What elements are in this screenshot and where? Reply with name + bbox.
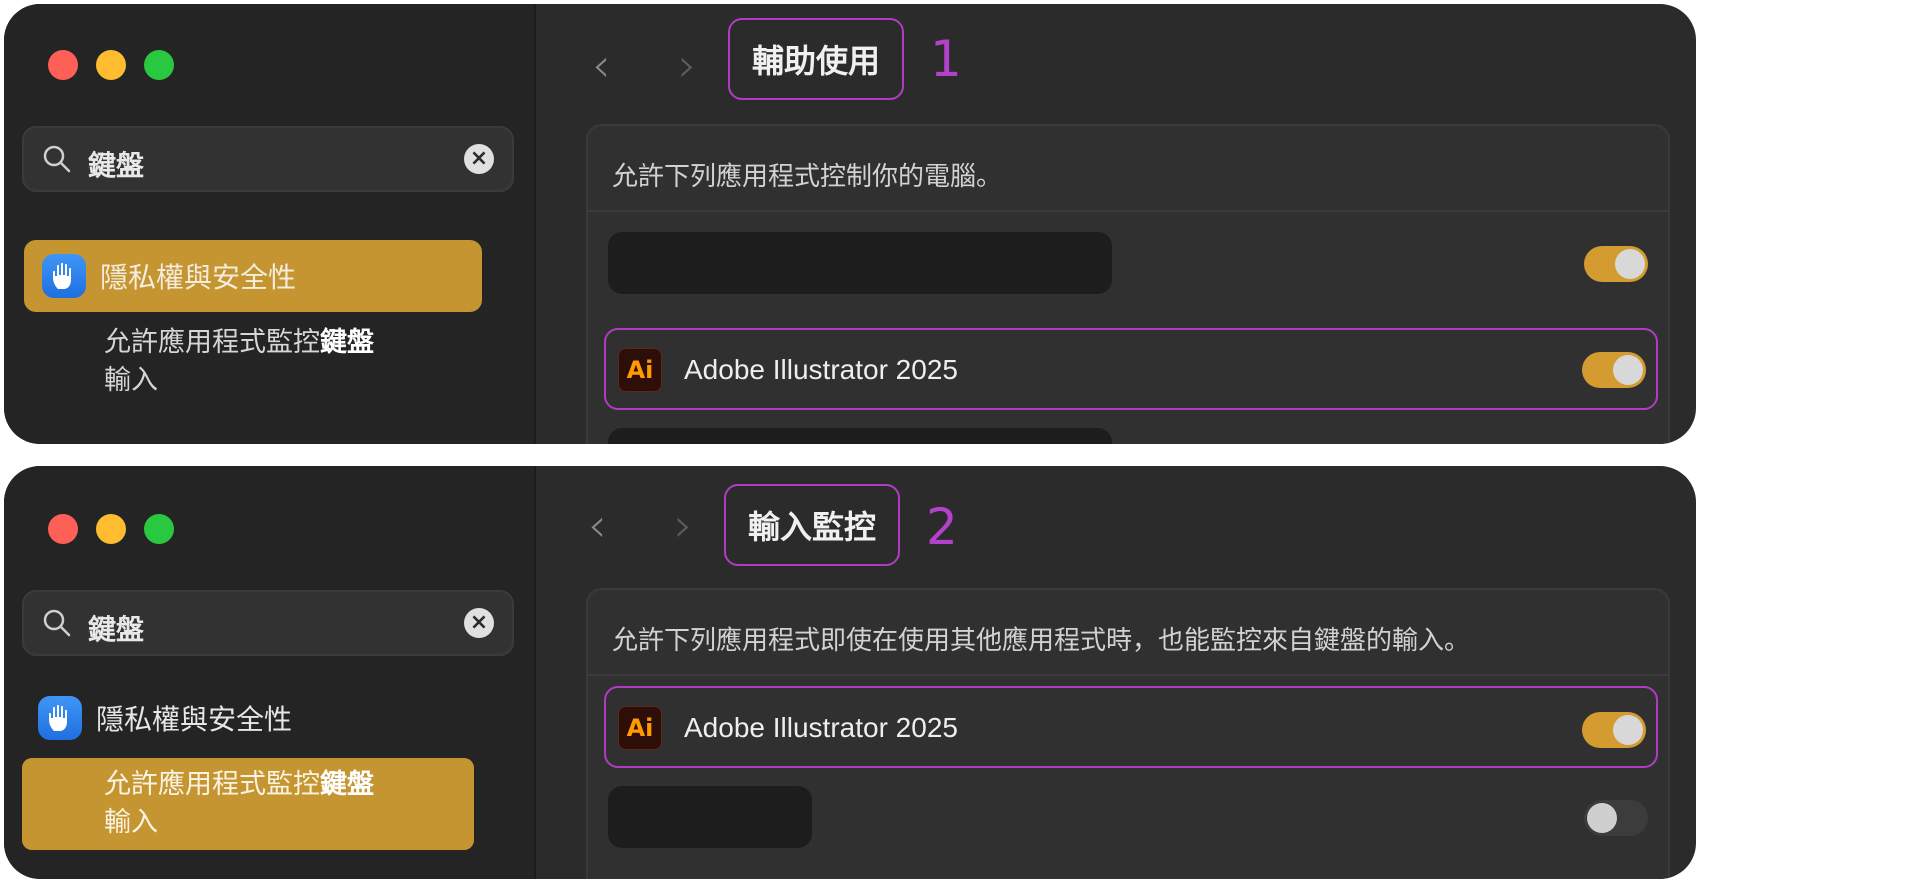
hand-icon: [42, 254, 86, 298]
illustrator-toggle[interactable]: [1582, 352, 1646, 388]
sidebar-subitem-input-monitoring[interactable]: 允許應用程式監控鍵盤輸入: [104, 324, 374, 400]
search-icon: [43, 609, 71, 637]
close-window-button[interactable]: [48, 514, 78, 544]
app-name: Adobe Illustrator 2025: [684, 354, 958, 385]
redacted-app-row: [608, 428, 1112, 444]
subitem-text: 允許應用程式監控: [104, 769, 320, 800]
back-button[interactable]: ‹: [592, 38, 610, 92]
sidebar: 鍵盤 × 隱私權與安全性 允許應用程式監控鍵盤 輸入: [4, 4, 536, 444]
toggle-knob: [1613, 715, 1643, 745]
window-controls: [48, 514, 174, 544]
minimize-window-button[interactable]: [96, 514, 126, 544]
app-name: Adobe Illustrator 2025: [684, 712, 958, 743]
subitem-text: 允許應用程式監控: [104, 327, 320, 358]
settings-window-step-1: 鍵盤 × 隱私權與安全性 允許應用程式監控鍵盤 輸入 ‹ › 輔助使用 1 允許下…: [4, 4, 1696, 444]
step-number: 2: [926, 498, 958, 556]
search-query: 鍵盤: [88, 149, 145, 182]
close-window-button[interactable]: [48, 50, 78, 80]
redacted-app-row: [608, 232, 1112, 294]
step-number: 1: [930, 30, 962, 88]
subitem-text: 輸入: [104, 807, 158, 838]
zoom-window-button[interactable]: [144, 514, 174, 544]
subitem-highlight: 鍵盤: [320, 327, 374, 358]
sidebar: 鍵盤 × 隱私權與安全性 允許應用程式監控鍵盤 輸入: [4, 466, 536, 879]
sidebar-item-label: 隱私權與安全性: [96, 703, 293, 736]
app-row-illustrator[interactable]: Ai Adobe Illustrator 2025: [604, 686, 1658, 768]
panel-description: 允許下列應用程式即使在使用其他應用程式時，也能監控來自鍵盤的輸入。: [612, 626, 1471, 656]
search-field[interactable]: 鍵盤 ×: [22, 126, 514, 192]
redacted-app-row: [608, 786, 812, 848]
illustrator-toggle[interactable]: [1582, 712, 1646, 748]
sidebar-item-label: 隱私權與安全性: [100, 261, 297, 294]
search-field[interactable]: 鍵盤 ×: [22, 590, 514, 656]
app-list-panel: 允許下列應用程式控制你的電腦。 Ai Adobe Illustrator 202…: [586, 124, 1670, 444]
app-toggle[interactable]: [1584, 246, 1648, 282]
toggle-knob: [1587, 803, 1617, 833]
app-row-illustrator[interactable]: Ai Adobe Illustrator 2025: [604, 328, 1658, 410]
divider: [588, 210, 1668, 212]
settings-window-step-2: 鍵盤 × 隱私權與安全性 允許應用程式監控鍵盤 輸入 ‹ › 輸入監控 2 允許下…: [4, 466, 1696, 879]
app-toggle[interactable]: [1584, 800, 1648, 836]
panel-description: 允許下列應用程式控制你的電腦。: [612, 162, 1003, 192]
illustrator-icon: Ai: [618, 706, 662, 750]
divider: [588, 674, 1668, 676]
subitem-text: 輸入: [104, 365, 158, 396]
toggle-knob: [1613, 355, 1643, 385]
page-title: 輸入監控: [724, 484, 901, 566]
page-title: 輔助使用: [728, 18, 905, 100]
app-list-panel: 允許下列應用程式即使在使用其他應用程式時，也能監控來自鍵盤的輸入。 Ai Ado…: [586, 588, 1670, 879]
illustrator-icon: Ai: [618, 348, 662, 392]
sidebar-subitem-input-monitoring[interactable]: 允許應用程式監控鍵盤輸入: [22, 758, 474, 850]
window-controls: [48, 50, 174, 80]
clear-search-icon[interactable]: ×: [464, 144, 494, 174]
forward-button[interactable]: ›: [674, 498, 692, 552]
search-icon: [43, 145, 71, 173]
subitem-highlight: 鍵盤: [320, 769, 374, 800]
sidebar-item-privacy-security[interactable]: 隱私權與安全性: [24, 240, 482, 312]
hand-icon: [38, 696, 82, 740]
sidebar-item-privacy-security[interactable]: 隱私權與安全性: [24, 682, 482, 754]
zoom-window-button[interactable]: [144, 50, 174, 80]
clear-search-icon[interactable]: ×: [464, 608, 494, 638]
back-button[interactable]: ‹: [588, 498, 606, 552]
search-query: 鍵盤: [88, 613, 145, 646]
minimize-window-button[interactable]: [96, 50, 126, 80]
toggle-knob: [1615, 249, 1645, 279]
forward-button[interactable]: ›: [678, 38, 696, 92]
